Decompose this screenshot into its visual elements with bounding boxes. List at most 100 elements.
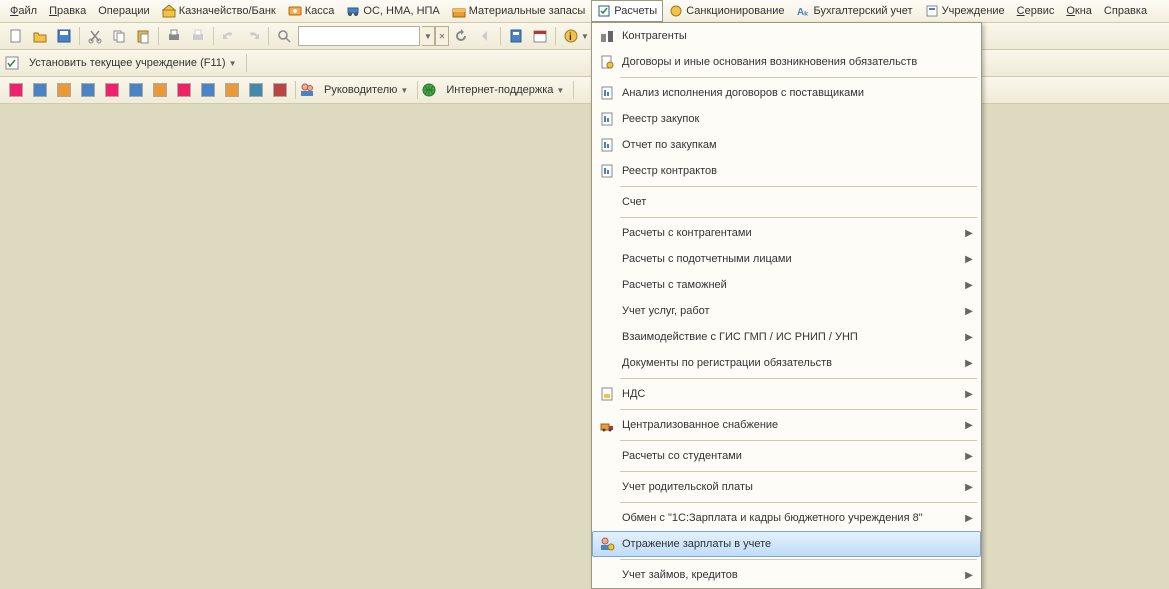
dropdown-item[interactable]: Расчеты с контрагентами▶ [592,220,981,246]
chevron-down-icon: ▼ [556,86,564,95]
manager-button[interactable]: Руководителю ▼ [320,84,412,96]
search-icon [276,28,292,44]
new-doc-button[interactable] [5,25,27,47]
search-input[interactable] [298,26,420,46]
dropdown-item[interactable]: Расчеты со студентами▶ [592,443,981,469]
search-dropdown[interactable]: ▼ [422,26,435,46]
print-button[interactable] [163,25,185,47]
open-button[interactable] [29,25,51,47]
dropdown-item[interactable]: Счет [592,189,981,215]
submenu-arrow-icon: ▶ [963,389,975,400]
report-icon [201,83,215,97]
separator [268,27,269,45]
chevron-down-icon[interactable]: ▼ [581,32,589,41]
cut-button[interactable] [84,25,106,47]
set-institution-button[interactable]: Установить текущее учреждение (F11) ▼ [25,57,241,69]
undo-button[interactable] [218,25,240,47]
menu-cash[interactable]: Касса [282,1,341,21]
dropdown-item[interactable]: Реестр контрактов [592,158,981,184]
submenu-arrow-icon: ▶ [963,332,975,343]
report-btn-6[interactable] [125,79,147,101]
menu-calculations[interactable]: Расчеты [591,0,663,22]
menu-help[interactable]: Справка [1098,1,1153,21]
sanction-icon [669,4,683,18]
dropdown-item[interactable]: Отражение зарплаты в учете [592,531,981,557]
report-btn-10[interactable] [221,79,243,101]
report-btn-11[interactable] [245,79,267,101]
svg-text:Aₖ: Aₖ [797,7,809,18]
supply-icon [596,417,618,433]
nav-back-button[interactable] [474,25,496,47]
dropdown-item[interactable]: Взаимодействие с ГИС ГМП / ИС РНИП / УНП… [592,324,981,350]
dropdown-item-label: НДС [618,388,963,400]
menu-service[interactable]: Сервис [1011,1,1061,21]
menu-inventory[interactable]: Материальные запасы [446,1,592,21]
report-btn-12[interactable] [269,79,291,101]
dropdown-item-label: Отражение зарплаты в учете [618,538,963,550]
report-btn-9[interactable] [197,79,219,101]
report-btn-5[interactable] [101,79,123,101]
counteragents-icon [596,28,618,44]
internet-support-button[interactable]: Интернет-поддержка ▼ [442,84,568,96]
dropdown-item[interactable]: Контрагенты [592,23,981,49]
dropdown-item[interactable]: Документы по регистрации обязательств▶ [592,350,981,376]
report-btn-2[interactable] [29,79,51,101]
calendar-button[interactable] [529,25,551,47]
dropdown-item-label: Расчеты с таможней [618,279,963,291]
paste-button[interactable] [132,25,154,47]
dropdown-item-label: Расчеты с подотчетными лицами [618,253,963,265]
dropdown-item[interactable]: Договоры и иные основания возникновения … [592,49,981,75]
report-icon [9,83,23,97]
report-btn-7[interactable] [149,79,171,101]
report-btn-1[interactable] [5,79,27,101]
report-btn-8[interactable] [173,79,195,101]
menu-accounting[interactable]: Aₖ Бухгалтерский учет [790,1,918,21]
dropdown-item[interactable]: НДС▶ [592,381,981,407]
menu-edit[interactable]: Правка [43,1,92,21]
dropdown-item[interactable]: Обмен с "1С:Зарплата и кадры бюджетного … [592,505,981,531]
menu-operations[interactable]: Операции [92,1,155,21]
print-preview-button[interactable] [187,25,209,47]
dropdown-item[interactable]: Расчеты с подотчетными лицами▶ [592,246,981,272]
separator [158,27,159,45]
dropdown-item[interactable]: Учет займов, кредитов▶ [592,562,981,588]
menu-separator [620,471,977,472]
folder-open-icon [32,28,48,44]
dropdown-item[interactable]: Расчеты с таможней▶ [592,272,981,298]
dropdown-item[interactable]: Отчет по закупкам [592,132,981,158]
menu-windows[interactable]: Окна [1060,1,1098,21]
menu-file[interactable]: Файл [4,1,43,21]
calc-button[interactable] [505,25,527,47]
dropdown-item[interactable]: Централизованное снабжение▶ [592,412,981,438]
search-button[interactable] [273,25,295,47]
redo-button[interactable] [242,25,264,47]
menu-sanctioning[interactable]: Санкционирование [663,1,790,21]
dropdown-item-label: Контрагенты [618,30,963,42]
submenu-arrow-icon: ▶ [963,280,975,291]
refresh-button[interactable] [450,25,472,47]
copy-button[interactable] [108,25,130,47]
print-preview-icon [190,28,206,44]
report-icon [177,83,191,97]
report-icon [33,83,47,97]
dropdown-item[interactable]: Учет услуг, работ▶ [592,298,981,324]
report-icon [129,83,143,97]
menu-institution[interactable]: Учреждение [919,1,1011,21]
report-icon [273,83,287,97]
search-clear[interactable]: ✕ [435,26,449,46]
print-icon [166,28,182,44]
menu-treasury-bank[interactable]: Казначейство/Банк [156,1,282,21]
menu-assets[interactable]: ОС, НМА, НПА [340,1,445,21]
dropdown-item-label: Счет [618,196,963,208]
dropdown-item[interactable]: Учет родительской платы▶ [592,474,981,500]
dropdown-item-label: Реестр контрактов [618,165,963,177]
menu-separator [620,378,977,379]
save-button[interactable] [53,25,75,47]
cut-icon [87,28,103,44]
report-btn-4[interactable] [77,79,99,101]
dropdown-item[interactable]: Анализ исполнения договоров с поставщика… [592,80,981,106]
info-button[interactable]: i [560,25,582,47]
report-btn-3[interactable] [53,79,75,101]
dropdown-item[interactable]: Реестр закупок [592,106,981,132]
separator [573,81,574,99]
